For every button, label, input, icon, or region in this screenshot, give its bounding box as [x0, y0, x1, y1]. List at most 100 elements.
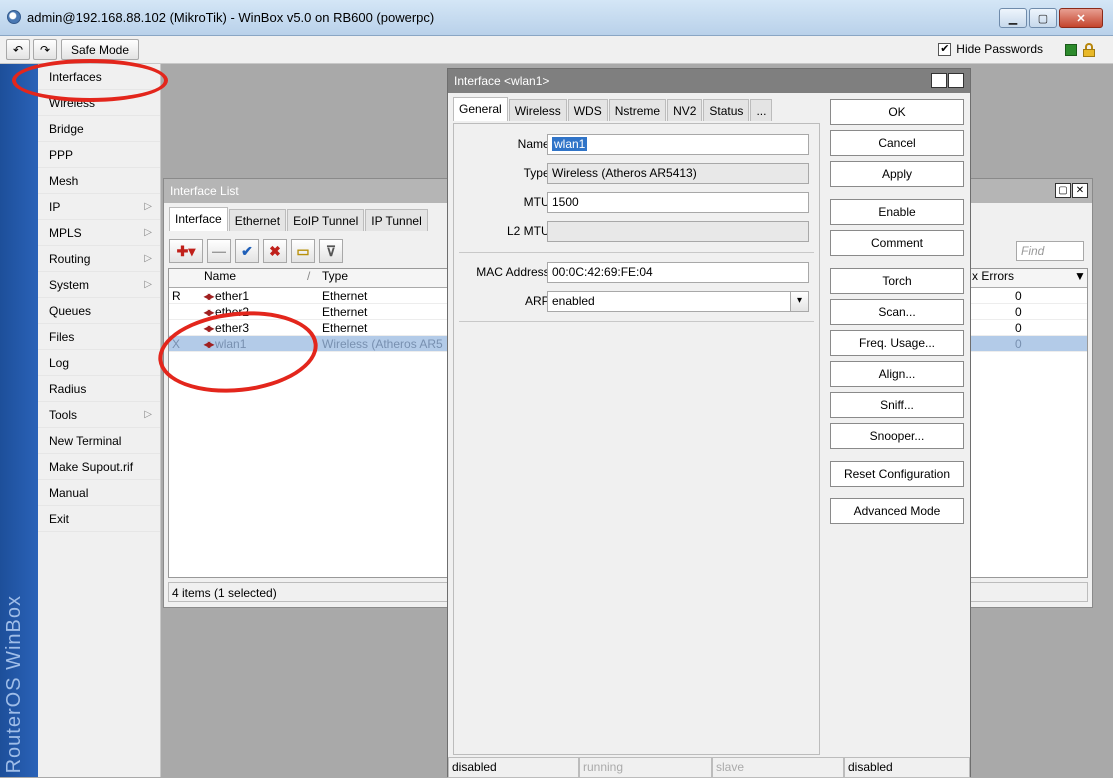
row-flag: R	[172, 289, 181, 303]
sniff-button[interactable]: Sniff...	[830, 392, 964, 418]
dialog-tabs: General Wireless WDS Nstreme NV2 Status …	[453, 97, 773, 121]
apply-button[interactable]: Apply	[830, 161, 964, 187]
status-running: running	[579, 757, 712, 778]
dialog-status-bar: disabled running slave disabled	[448, 757, 970, 778]
row-type: Ethernet	[322, 305, 368, 319]
connection-status-icon	[1065, 44, 1077, 56]
tab-ethernet[interactable]: Ethernet	[228, 209, 287, 231]
window-title-bar: admin@192.168.88.102 (MikroTik) - WinBox…	[0, 0, 1113, 36]
row-name-text: wlan1	[215, 337, 247, 351]
cancel-button[interactable]: Cancel	[830, 130, 964, 156]
brand-strip: RouterOS WinBox	[0, 64, 38, 777]
name-value: wlan1	[552, 137, 588, 151]
menu-item-radius[interactable]: Radius	[38, 376, 160, 402]
menu-item-label: Radius	[49, 382, 87, 396]
menu-item-interfaces[interactable]: Interfaces	[38, 64, 160, 90]
enable-icon[interactable]: ✔	[235, 239, 259, 263]
column-rx-errors[interactable]: x Errors	[972, 269, 1014, 283]
menu-item-label: Manual	[49, 486, 89, 500]
menu-item-bridge[interactable]: Bridge	[38, 116, 160, 142]
freq-usage-button[interactable]: Freq. Usage...	[830, 330, 964, 356]
tab-nstreme[interactable]: Nstreme	[608, 99, 667, 121]
menu-item-exit[interactable]: Exit	[38, 506, 160, 532]
scan-button[interactable]: Scan...	[830, 299, 964, 325]
hide-passwords-checkbox[interactable]: ✔	[938, 42, 952, 56]
chevron-down-icon[interactable]: ▾	[790, 292, 808, 311]
menu-item-queues[interactable]: Queues	[38, 298, 160, 324]
undo-button[interactable]: ↶	[6, 39, 30, 60]
menu-item-ppp[interactable]: PPP	[38, 142, 160, 168]
align-button[interactable]: Align...	[830, 361, 964, 387]
comment-button[interactable]: Comment	[830, 230, 964, 256]
remove-icon[interactable]: —	[207, 239, 231, 263]
section-divider	[459, 252, 814, 253]
tab-nv2[interactable]: NV2	[667, 99, 703, 121]
close-button[interactable]: ✕	[1072, 183, 1088, 198]
column-type[interactable]: Type	[322, 269, 348, 283]
tab-eoip-tunnel[interactable]: EoIP Tunnel	[287, 209, 365, 231]
torch-button[interactable]: Torch	[830, 268, 964, 294]
menu-item-files[interactable]: Files	[38, 324, 160, 350]
tab-status[interactable]: Status	[703, 99, 750, 121]
filter-icon[interactable]: ⊽	[319, 239, 343, 263]
menu-item-system[interactable]: System ▷	[38, 272, 160, 298]
column-menu-icon[interactable]: ▼	[1074, 269, 1086, 283]
row-rx-errors: 0	[1015, 337, 1022, 351]
menu-item-new-terminal[interactable]: New Terminal	[38, 428, 160, 454]
row-name: ◂▸ wlan1	[204, 336, 246, 352]
row-type: Ethernet	[322, 289, 368, 303]
menu-item-mesh[interactable]: Mesh	[38, 168, 160, 194]
menu-item-ip[interactable]: IP ▷	[38, 194, 160, 220]
menu-item-tools[interactable]: Tools ▷	[38, 402, 160, 428]
menu-item-label: Log	[49, 356, 70, 370]
close-button[interactable]: ✕	[948, 73, 964, 88]
tab-wds[interactable]: WDS	[567, 99, 608, 121]
reset-configuration-button[interactable]: Reset Configuration	[830, 461, 964, 487]
row-name: ◂▸ ether1	[204, 288, 249, 304]
menu-item-manual[interactable]: Manual	[38, 480, 160, 506]
menu-item-make-supout[interactable]: Make Supout.rif	[38, 454, 160, 480]
submenu-arrow-icon: ▷	[144, 253, 152, 264]
row-type: Ethernet	[322, 321, 368, 335]
status-slave: slave	[712, 757, 844, 778]
name-field[interactable]: wlan1	[547, 134, 809, 155]
safe-mode-button[interactable]: Safe Mode	[61, 39, 139, 60]
close-button[interactable]: ✕	[1059, 8, 1103, 28]
row-type: Wireless (Atheros AR5	[322, 337, 443, 351]
mtu-field[interactable]: 1500	[547, 192, 809, 213]
snooper-button[interactable]: Snooper...	[830, 423, 964, 449]
tab-ip-tunnel[interactable]: IP Tunnel	[365, 209, 428, 231]
tab-wireless[interactable]: Wireless	[508, 99, 567, 121]
maximize-button[interactable]: ▢	[1029, 8, 1057, 28]
restore-button[interactable]: ▢	[1055, 183, 1071, 198]
menu-item-log[interactable]: Log	[38, 350, 160, 376]
row-name-text: ether2	[215, 305, 250, 319]
mac-address-field[interactable]: 00:0C:42:69:FE:04	[547, 262, 809, 283]
row-name: ◂▸ ether2	[204, 304, 249, 320]
redo-button[interactable]: ↷	[33, 39, 57, 60]
arp-select[interactable]: enabled ▾	[547, 291, 809, 312]
menu-item-label: Tools	[49, 408, 78, 422]
restore-button[interactable]: ▢	[931, 73, 947, 88]
mac-address-label: MAC Address:	[476, 265, 553, 279]
tab-general[interactable]: General	[453, 97, 508, 121]
column-name[interactable]: Name	[204, 269, 236, 283]
comment-icon[interactable]: ▭	[291, 239, 315, 263]
enable-button[interactable]: Enable	[830, 199, 964, 225]
minimize-button[interactable]: ▁	[999, 8, 1027, 28]
menu-item-mpls[interactable]: MPLS ▷	[38, 220, 160, 246]
ethernet-icon: ◂▸	[204, 289, 214, 303]
menu-item-wireless[interactable]: Wireless	[38, 90, 160, 116]
side-menu: Interfaces Wireless Bridge PPP Mesh IP ▷ MPLS ▷ R…	[38, 64, 161, 777]
menu-item-label: Mesh	[49, 174, 79, 188]
menu-item-routing[interactable]: Routing ▷	[38, 246, 160, 272]
advanced-mode-button[interactable]: Advanced Mode	[830, 498, 964, 524]
menu-item-label: Bridge	[49, 122, 84, 136]
add-icon[interactable]: ✚▾	[169, 239, 203, 263]
row-rx-errors: 0	[1015, 289, 1022, 303]
find-input[interactable]: Find	[1016, 241, 1084, 261]
ok-button[interactable]: OK	[830, 99, 964, 125]
disable-icon[interactable]: ✖	[263, 239, 287, 263]
tab-more[interactable]: ...	[750, 99, 773, 121]
tab-interface[interactable]: Interface	[169, 207, 228, 231]
